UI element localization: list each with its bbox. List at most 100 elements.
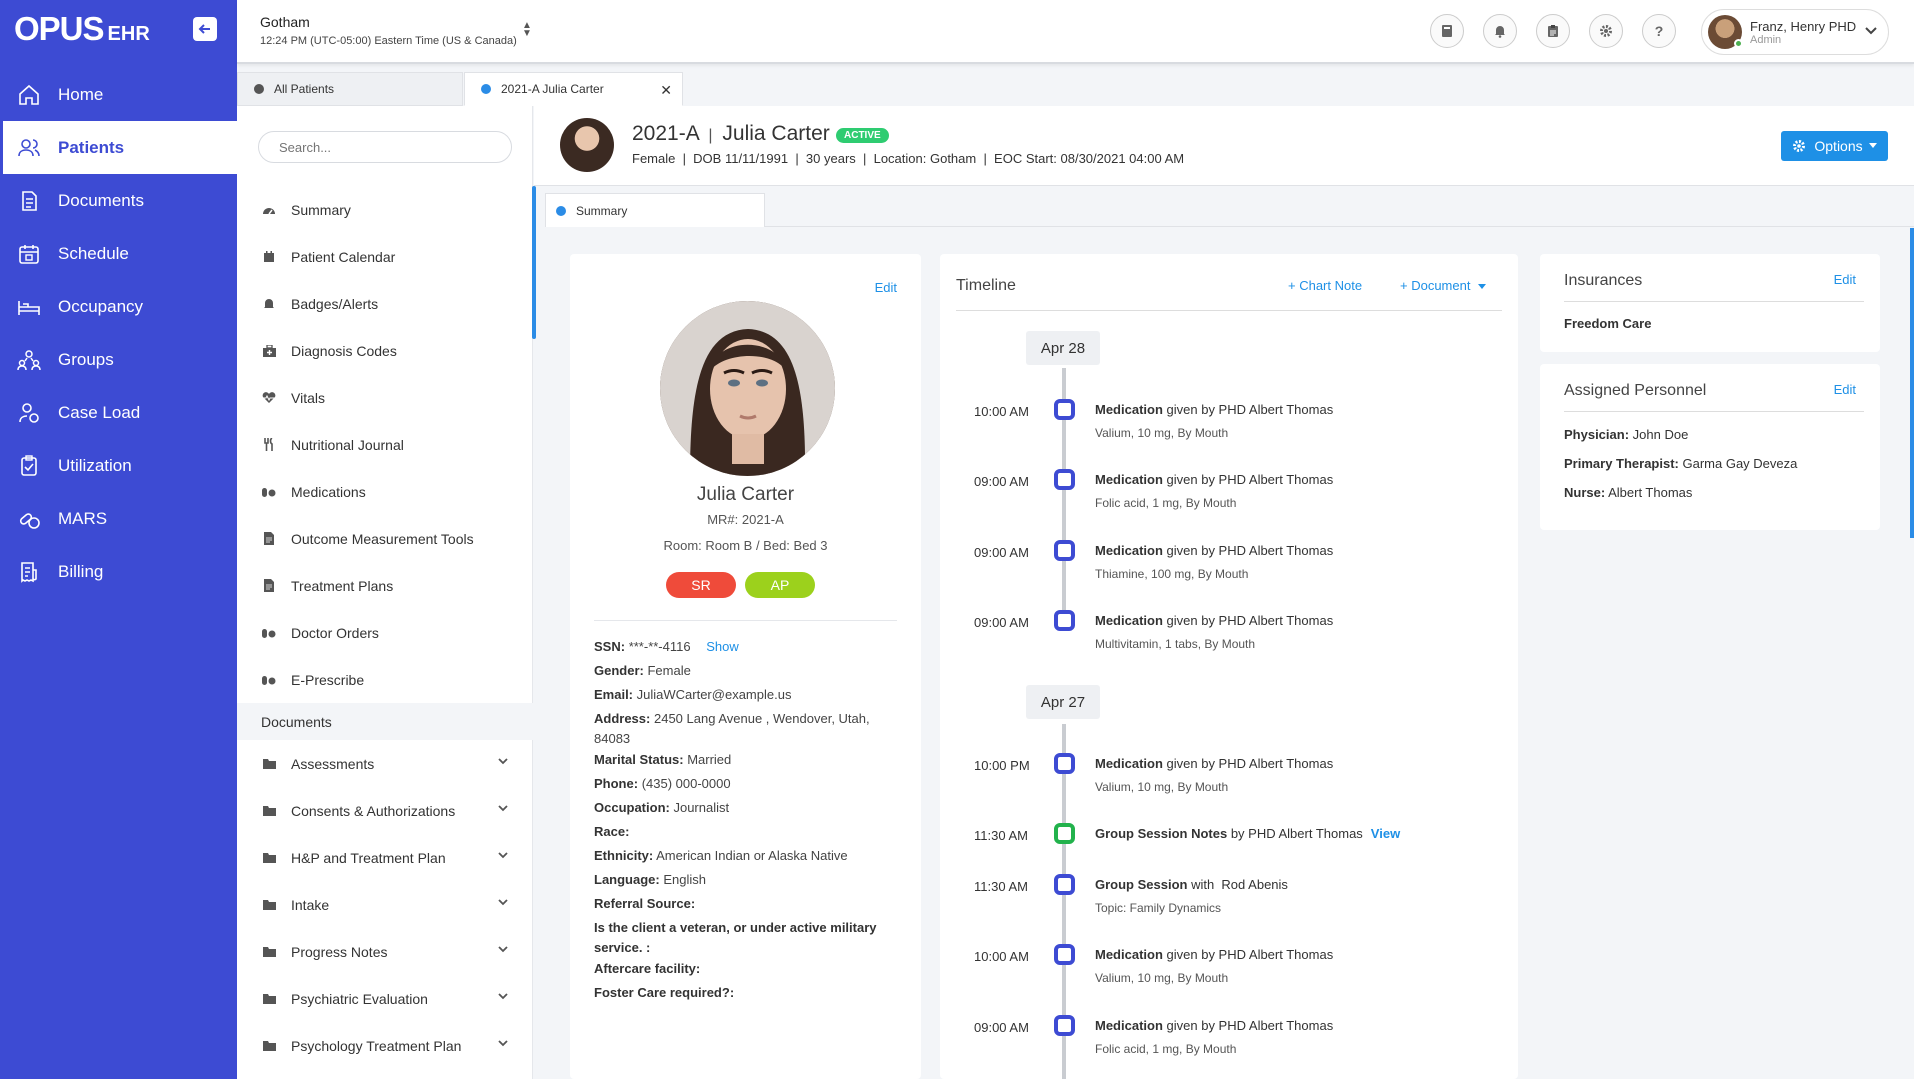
folder-consents-label: Consents & Authorizations [291,802,456,819]
menu-patient-calendar-label: Patient Calendar [291,248,396,265]
menu-vitals[interactable]: Vitals [237,374,533,421]
insurances-card: Insurances Edit Freedom Care [1540,254,1880,352]
field-value: JuliaWCarter@example.us [636,687,792,702]
menu-e-prescribe[interactable]: E-Prescribe [237,656,533,703]
nav-billing[interactable]: Billing [0,545,237,598]
menu-scroll-indicator[interactable] [532,186,536,339]
event-title: Medication [1095,947,1163,962]
nav-home[interactable]: Home [0,68,237,121]
nav-patients[interactable]: Patients [0,121,237,174]
calendar-icon [261,250,277,264]
chevron-down-icon[interactable] [497,801,509,817]
book-icon[interactable] [1430,14,1464,48]
nav-utilization[interactable]: Utilization [0,439,237,492]
tab-current-patient[interactable]: 2021-A Julia Carter ✕ [464,72,683,106]
folder-intake[interactable]: Intake [237,881,533,928]
patient-menu: Summary Patient Calendar Badges/Alerts D… [237,106,533,1079]
event-marker [1054,469,1075,490]
collapse-sidebar-button[interactable] [193,17,217,41]
menu-nutritional-journal[interactable]: Nutritional Journal [237,421,533,468]
menu-outcome-measurement-tools[interactable]: Outcome Measurement Tools [237,515,533,562]
tab-divider [765,226,1914,227]
timeline-date-header: Apr 27 [1026,685,1100,719]
briefcase-medical-icon [261,344,277,358]
menu-summary[interactable]: Summary [237,186,533,233]
folder-assessments[interactable]: Assessments [237,740,533,787]
folder-psychiatric-evaluation[interactable]: Psychiatric Evaluation [237,975,533,1022]
field-occupation: Occupation: Journalist [594,798,904,818]
location-selector[interactable]: Gotham 12:24 PM (UTC-05:00) Eastern Time… [260,14,517,47]
field-label: Gender: [594,663,644,678]
chevron-down-icon[interactable] [497,1036,509,1052]
bell-icon[interactable] [1483,14,1517,48]
folder-hp-treatment-plan[interactable]: H&P and Treatment Plan [237,834,533,881]
field-value: (435) 000-0000 [641,776,731,791]
add-document-dropdown[interactable]: + Document [1400,278,1487,293]
field-referral-source: Referral Source: [594,894,904,914]
folder-psychology-treatment-plan[interactable]: Psychology Treatment Plan [237,1022,533,1069]
clipboard-icon[interactable] [1536,14,1570,48]
show-ssn-link[interactable]: Show [706,639,739,654]
folder-consents-authorizations[interactable]: Consents & Authorizations [237,787,533,834]
menu-patient-calendar[interactable]: Patient Calendar [237,233,533,280]
nav-mars[interactable]: MARS [0,492,237,545]
tab-summary[interactable]: Summary [545,193,765,227]
event-marker [1054,874,1075,895]
insurances-edit-link[interactable]: Edit [1834,272,1856,287]
clipboard-check-icon [16,453,42,479]
help-icon[interactable]: ? [1642,14,1676,48]
menu-outcome-measurement-tools-label: Outcome Measurement Tools [291,530,474,547]
nav-documents-label: Documents [58,190,144,210]
badge-sr[interactable]: SR [666,572,736,598]
content-scrollbar[interactable] [1910,228,1914,538]
tab-all-patients[interactable]: All Patients [237,72,463,106]
event-title: Group Session Notes [1095,826,1228,841]
groups-icon [16,347,42,373]
options-label: Options [1814,138,1863,154]
dashboard-icon [261,203,277,217]
field-foster-care: Foster Care required?: [594,983,904,1003]
opus-ehr-logo[interactable]: OPUS EHR [14,10,150,50]
field-label: Marital Status: [594,752,684,767]
profile-edit-link[interactable]: Edit [875,280,897,295]
close-tab-icon[interactable]: ✕ [660,82,672,99]
nav-occupancy[interactable]: Occupancy [0,280,237,333]
chevron-down-icon[interactable] [497,989,509,1005]
patient-menu-search-input[interactable] [258,131,512,163]
status-badge: ACTIVE [836,128,889,143]
event-marker [1054,540,1075,561]
sort-arrows-icon[interactable]: ▲ ▼ [522,21,532,39]
field-marital-status: Marital Status: Married [594,750,904,770]
chevron-down-icon[interactable] [497,895,509,911]
menu-treatment-plans[interactable]: Treatment Plans [237,562,533,609]
folder-progress-notes[interactable]: Progress Notes [237,928,533,975]
event-time: 11:30 AM [974,879,1028,894]
nav-schedule[interactable]: Schedule [0,227,237,280]
chevron-down-icon[interactable] [497,754,509,770]
options-button[interactable]: Options [1781,131,1888,161]
gear-icon[interactable] [1589,14,1623,48]
patient-menu-list: Summary Patient Calendar Badges/Alerts D… [237,186,533,1069]
menu-doctor-orders[interactable]: Doctor Orders [237,609,533,656]
tab-all-patients-label: All Patients [274,82,335,96]
chevron-down-icon[interactable] [497,942,509,958]
personnel-edit-link[interactable]: Edit [1834,382,1856,397]
badge-ap[interactable]: AP [745,572,815,598]
calendar-icon [16,241,42,267]
add-chart-note-link[interactable]: + Chart Note [1288,278,1362,293]
folder-icon [261,898,277,912]
view-notes-link[interactable]: View [1371,826,1400,841]
nav-case-load[interactable]: Case Load [0,386,237,439]
field-value: English [663,872,706,887]
nav-documents[interactable]: Documents [0,174,237,227]
menu-diagnosis-codes[interactable]: Diagnosis Codes [237,327,533,374]
event-time: 11:30 AM [974,828,1028,843]
event-title: Group Session [1095,877,1188,892]
menu-badges-alerts[interactable]: Badges/Alerts [237,280,533,327]
nav-groups[interactable]: Groups [0,333,237,386]
user-menu[interactable]: Franz, Henry PHD Admin [1701,9,1889,55]
patient-id: 2021-A [632,122,699,145]
chevron-down-icon[interactable] [497,848,509,864]
tab-summary-label: Summary [576,203,628,218]
menu-medications[interactable]: Medications [237,468,533,515]
